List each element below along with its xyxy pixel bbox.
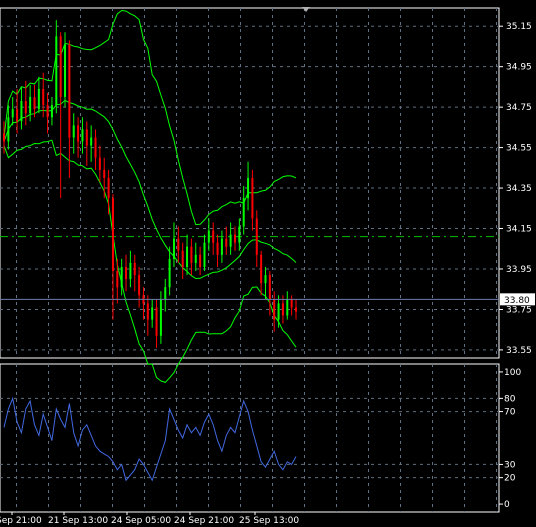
candle-body xyxy=(50,105,53,118)
candle-body xyxy=(207,230,210,243)
trading-chart-window[interactable]: 35.15 34.95 34.75 34.55 34.35 34.15 33.95 33.75… xyxy=(0,0,536,527)
candle-body xyxy=(77,125,80,142)
candle-body xyxy=(260,254,263,284)
time-axis-label: 24 Sep 05:00 xyxy=(111,516,171,526)
candle-body xyxy=(242,198,245,227)
price-panel-frame xyxy=(0,7,500,359)
oscillator-axis-label: 70 xyxy=(504,408,516,418)
current-price-label: 33.80 xyxy=(504,296,530,306)
candle-body xyxy=(81,129,84,142)
candle-body xyxy=(233,234,236,243)
oscillator-axis-label: 0 xyxy=(504,500,510,510)
candle-body xyxy=(68,44,71,138)
oscillator-axis-label: 80 xyxy=(504,394,516,404)
price-axis-label: 33.75 xyxy=(506,305,532,315)
candle-body xyxy=(55,36,58,106)
candle-body xyxy=(238,226,241,243)
candle-body xyxy=(225,238,228,247)
candle-body xyxy=(29,97,32,114)
chart-shift-marker[interactable] xyxy=(302,7,310,12)
candle-body xyxy=(94,137,97,158)
candle-body xyxy=(229,234,232,247)
time-axis-label: 24 Sep 21:00 xyxy=(174,516,234,526)
candle-body xyxy=(138,275,141,296)
candle-body xyxy=(120,266,123,288)
oscillator-panel-frame xyxy=(0,363,500,513)
candle-body xyxy=(290,299,293,308)
candle-body xyxy=(268,275,271,300)
price-axis-label: 34.95 xyxy=(506,63,532,73)
candle-body xyxy=(59,36,62,98)
candle-body xyxy=(72,125,75,138)
candle-body xyxy=(190,246,193,263)
candle-body xyxy=(3,133,5,142)
candle-body xyxy=(251,177,254,219)
candle-body xyxy=(164,287,167,300)
candle-body xyxy=(186,246,189,267)
oscillator-axis-label: 30 xyxy=(504,460,516,470)
price-axis-label: 34.55 xyxy=(506,144,532,154)
candle-body xyxy=(37,88,40,110)
candlesticks xyxy=(3,20,297,348)
candle-body xyxy=(125,266,128,280)
candle-body xyxy=(264,275,267,284)
oscillator-axis-label: 100 xyxy=(504,368,521,378)
candle-body xyxy=(177,238,180,251)
price-axis-label: 33.95 xyxy=(506,265,532,275)
candle-body xyxy=(111,198,114,272)
price-axis-label: 33.55 xyxy=(506,346,532,356)
candle-body xyxy=(203,242,206,267)
candle-body xyxy=(247,177,250,199)
candle-body xyxy=(46,105,49,118)
candle-body xyxy=(129,262,132,280)
price-axis-label: 35.15 xyxy=(506,22,532,32)
candle-body xyxy=(98,157,101,170)
price-axis-label: 34.35 xyxy=(506,184,532,194)
candle-body xyxy=(159,299,162,336)
candle-body xyxy=(24,101,27,114)
candle-body xyxy=(16,109,19,122)
candle-body xyxy=(181,250,184,267)
candle-body xyxy=(277,303,280,320)
candle-body xyxy=(216,242,219,255)
candle-body xyxy=(273,299,276,320)
candle-body xyxy=(85,129,88,146)
candle-body xyxy=(11,109,14,118)
candle-body xyxy=(172,238,175,259)
price-axis-label: 34.75 xyxy=(506,103,532,113)
candle-body xyxy=(64,44,67,98)
candle-body xyxy=(42,88,45,106)
chart-canvas[interactable]: 35.15 34.95 34.75 34.55 34.35 34.15 33.95 33.75… xyxy=(0,0,536,527)
oscillator-line xyxy=(3,396,297,482)
price-axis-label: 34.15 xyxy=(506,225,532,235)
candle-body xyxy=(107,177,110,199)
candle-body xyxy=(133,262,136,276)
candle-body xyxy=(146,303,149,320)
oscillator-axis-label: 20 xyxy=(504,474,516,484)
candle-body xyxy=(220,238,223,255)
candle-body xyxy=(155,307,158,336)
candle-body xyxy=(33,97,36,110)
candle-body xyxy=(286,299,289,316)
candle-body xyxy=(168,258,171,288)
candle-body xyxy=(281,303,284,316)
candle-body xyxy=(199,254,202,267)
candle-body xyxy=(20,101,23,122)
candle-body xyxy=(103,169,106,178)
candle-body xyxy=(255,218,258,255)
candle-body xyxy=(194,254,197,263)
candle-body xyxy=(212,230,215,243)
time-axis-label: Sep 21:00 xyxy=(0,516,42,526)
candle-body xyxy=(7,117,10,142)
candle-body xyxy=(116,271,119,288)
candle-body xyxy=(295,307,297,312)
candle-body xyxy=(90,137,93,146)
time-axis-label: 21 Sep 13:00 xyxy=(48,516,108,526)
candle-body xyxy=(151,307,154,320)
time-axis-label: 25 Sep 13:00 xyxy=(239,516,299,526)
